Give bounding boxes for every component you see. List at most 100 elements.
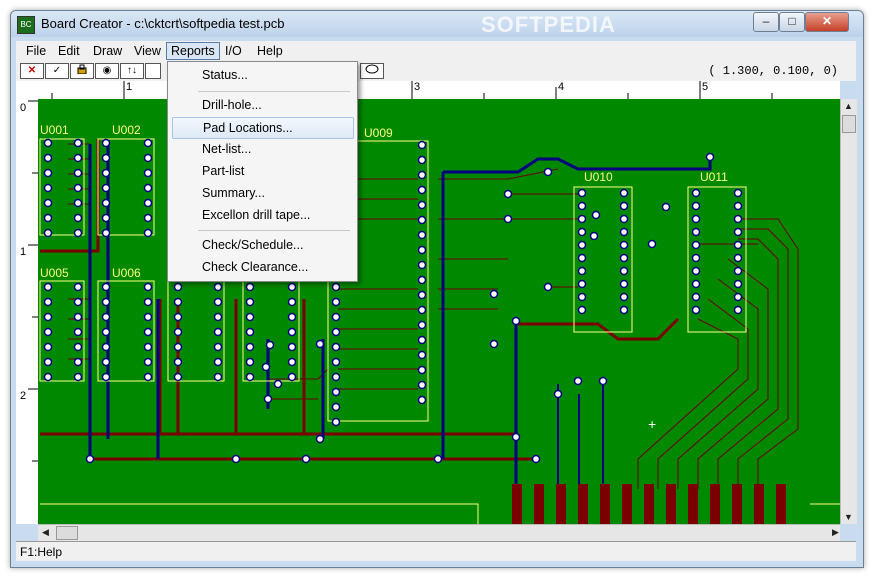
pad[interactable] — [213, 297, 223, 307]
pad[interactable] — [287, 312, 297, 322]
menu-reports[interactable]: Reports — [166, 42, 220, 60]
pad[interactable] — [577, 227, 587, 237]
pad[interactable] — [287, 357, 297, 367]
pad[interactable] — [591, 210, 601, 220]
pad[interactable] — [245, 327, 255, 337]
pad[interactable] — [619, 253, 629, 263]
pad[interactable] — [577, 253, 587, 263]
menu-item-check-schedule[interactable]: Check/Schedule... — [172, 235, 352, 255]
pad[interactable] — [101, 357, 111, 367]
pad[interactable] — [73, 153, 83, 163]
menu-item-drill-hole[interactable]: Drill-hole... — [172, 95, 352, 115]
pad[interactable] — [43, 138, 53, 148]
pad[interactable] — [417, 290, 427, 300]
pad[interactable] — [143, 342, 153, 352]
menu-item-part-list[interactable]: Part-list — [172, 161, 352, 181]
pad[interactable] — [213, 312, 223, 322]
pad[interactable] — [331, 417, 341, 427]
horizontal-scrollbar[interactable] — [38, 524, 840, 541]
pad[interactable] — [619, 214, 629, 224]
pad[interactable] — [143, 183, 153, 193]
pad[interactable] — [647, 239, 657, 249]
pad[interactable] — [101, 183, 111, 193]
pad[interactable] — [245, 357, 255, 367]
pad[interactable] — [619, 266, 629, 276]
pad[interactable] — [101, 372, 111, 382]
pcb-drawing[interactable]: U001 U002 U005 U006 U009 U010 U011 + — [38, 99, 840, 524]
pad[interactable] — [619, 305, 629, 315]
pad[interactable] — [73, 138, 83, 148]
pad[interactable] — [619, 188, 629, 198]
pad[interactable] — [331, 372, 341, 382]
menu-view[interactable]: View — [130, 43, 165, 59]
pad[interactable] — [213, 357, 223, 367]
pad[interactable] — [287, 327, 297, 337]
pad[interactable] — [173, 372, 183, 382]
pad[interactable] — [143, 357, 153, 367]
pad[interactable] — [733, 227, 743, 237]
pad[interactable] — [43, 183, 53, 193]
pad[interactable] — [331, 402, 341, 412]
pad[interactable] — [101, 213, 111, 223]
pad[interactable] — [417, 365, 427, 375]
pad[interactable] — [553, 389, 563, 399]
menu-edit[interactable]: Edit — [54, 43, 84, 59]
pad[interactable] — [43, 282, 53, 292]
pad[interactable] — [417, 185, 427, 195]
pad[interactable] — [73, 168, 83, 178]
pad[interactable] — [331, 387, 341, 397]
pad[interactable] — [245, 372, 255, 382]
pad[interactable] — [143, 213, 153, 223]
pad[interactable] — [73, 198, 83, 208]
pad[interactable] — [331, 342, 341, 352]
close-button[interactable]: ✕ — [805, 12, 849, 32]
pad[interactable] — [691, 292, 701, 302]
vertical-scroll-thumb[interactable] — [842, 115, 856, 133]
pad[interactable] — [101, 153, 111, 163]
pad[interactable] — [577, 188, 587, 198]
pad[interactable] — [691, 253, 701, 263]
pad[interactable] — [315, 339, 325, 349]
pad[interactable] — [143, 198, 153, 208]
menu-item-pad-locations[interactable]: Pad Locations... — [172, 117, 354, 139]
pad[interactable] — [213, 342, 223, 352]
pad[interactable] — [173, 327, 183, 337]
pad[interactable] — [43, 342, 53, 352]
pad[interactable] — [331, 357, 341, 367]
pad[interactable] — [43, 297, 53, 307]
pad[interactable] — [43, 198, 53, 208]
pad[interactable] — [73, 228, 83, 238]
pad[interactable] — [733, 201, 743, 211]
menu-item-summary[interactable]: Summary... — [172, 183, 352, 203]
pad[interactable] — [287, 282, 297, 292]
pad[interactable] — [691, 266, 701, 276]
pad[interactable] — [733, 253, 743, 263]
menu-item-status[interactable]: Status... — [172, 65, 352, 85]
pad[interactable] — [101, 138, 111, 148]
pad[interactable] — [661, 202, 671, 212]
pad[interactable] — [143, 282, 153, 292]
pad[interactable] — [173, 282, 183, 292]
pad[interactable] — [101, 168, 111, 178]
pad[interactable] — [85, 454, 95, 464]
pad[interactable] — [691, 305, 701, 315]
pad[interactable] — [577, 201, 587, 211]
pad[interactable] — [73, 372, 83, 382]
lock-tool-button[interactable] — [70, 63, 94, 79]
menu-io[interactable]: I/O — [221, 43, 246, 59]
pad[interactable] — [417, 200, 427, 210]
pad[interactable] — [691, 214, 701, 224]
pad[interactable] — [43, 213, 53, 223]
pad[interactable] — [143, 297, 153, 307]
pad[interactable] — [331, 312, 341, 322]
pad[interactable] — [315, 434, 325, 444]
pad[interactable] — [417, 230, 427, 240]
pad[interactable] — [691, 240, 701, 250]
pad[interactable] — [245, 342, 255, 352]
pad[interactable] — [287, 342, 297, 352]
pad[interactable] — [619, 201, 629, 211]
pad[interactable] — [43, 153, 53, 163]
pad[interactable] — [577, 305, 587, 315]
scroll-down-arrow[interactable]: ▼ — [844, 512, 853, 522]
pad[interactable] — [573, 376, 583, 386]
